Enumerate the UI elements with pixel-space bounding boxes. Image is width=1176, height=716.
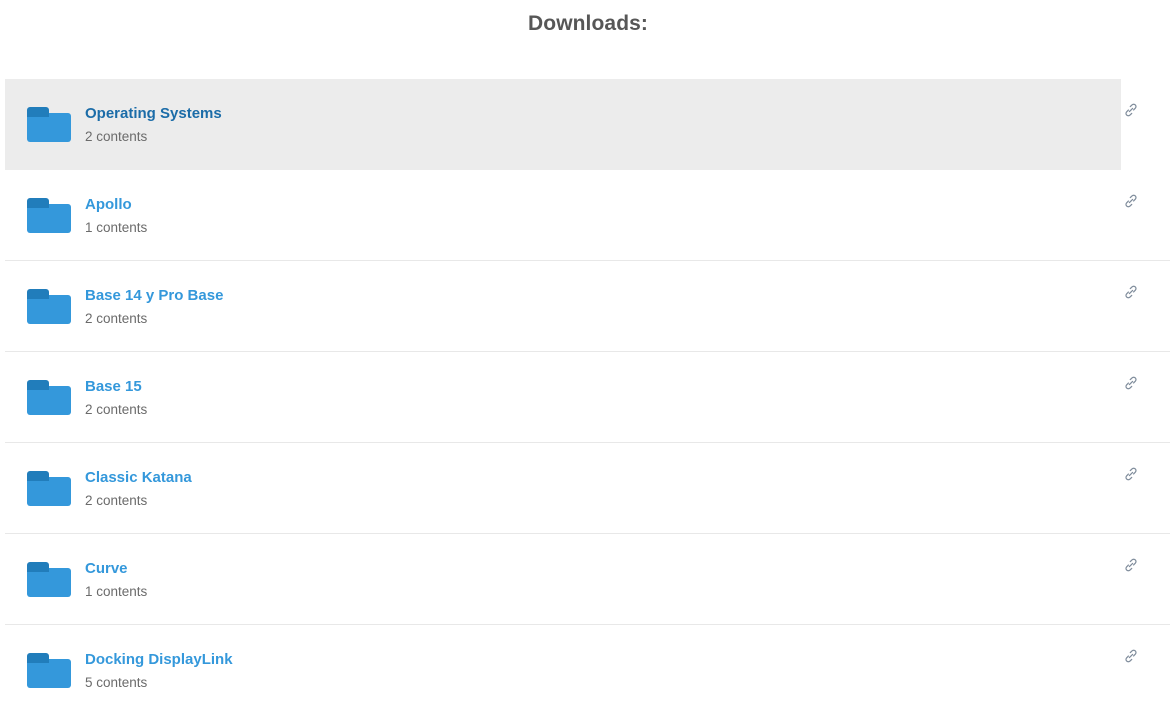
link-icon[interactable] [1122,374,1140,392]
folder-content-count: 2 contents [85,310,223,328]
page-title: Downloads: [0,0,1176,37]
folder-name[interactable]: Classic Katana [85,468,192,487]
folder-row[interactable]: Base 14 y Pro Base 2 contents [0,261,1176,352]
folder-icon [27,380,71,415]
folder-text: Classic Katana 2 contents [85,468,192,510]
folder-row[interactable]: Apollo 1 contents [0,170,1176,261]
folder-row[interactable]: Base 15 2 contents [0,352,1176,443]
folder-name[interactable]: Operating Systems [85,104,222,123]
downloads-folder-list: Operating Systems 2 contents Apollo 1 conte… [0,79,1176,716]
row-highlight [5,352,1121,443]
folder-text: Docking DisplayLink 5 contents [85,650,233,692]
folder-text: Curve 1 contents [85,559,147,601]
folder-text: Base 15 2 contents [85,377,147,419]
folder-text: Base 14 y Pro Base 2 contents [85,286,223,328]
folder-name[interactable]: Base 15 [85,377,147,396]
folder-icon [27,198,71,233]
folder-text: Apollo 1 contents [85,195,147,237]
link-icon[interactable] [1122,192,1140,210]
folder-content-count: 5 contents [85,674,233,692]
folder-icon [27,289,71,324]
row-highlight [5,534,1121,625]
link-icon[interactable] [1122,647,1140,665]
folder-text: Operating Systems 2 contents [85,104,222,146]
folder-content-count: 2 contents [85,401,147,419]
link-icon[interactable] [1122,465,1140,483]
folder-row[interactable]: Curve 1 contents [0,534,1176,625]
folder-row[interactable]: Operating Systems 2 contents [0,79,1176,170]
folder-row[interactable]: Docking DisplayLink 5 contents [0,625,1176,716]
folder-name[interactable]: Curve [85,559,147,578]
link-icon[interactable] [1122,283,1140,301]
folder-icon [27,562,71,597]
folder-content-count: 2 contents [85,492,192,510]
folder-name[interactable]: Base 14 y Pro Base [85,286,223,305]
folder-content-count: 1 contents [85,583,147,601]
link-icon[interactable] [1122,556,1140,574]
link-icon[interactable] [1122,101,1140,119]
folder-name[interactable]: Apollo [85,195,147,214]
folder-name[interactable]: Docking DisplayLink [85,650,233,669]
folder-icon [27,107,71,142]
folder-row[interactable]: Classic Katana 2 contents [0,443,1176,534]
folder-icon [27,653,71,688]
row-highlight [5,170,1121,261]
folder-content-count: 2 contents [85,128,222,146]
folder-content-count: 1 contents [85,219,147,237]
folder-icon [27,471,71,506]
